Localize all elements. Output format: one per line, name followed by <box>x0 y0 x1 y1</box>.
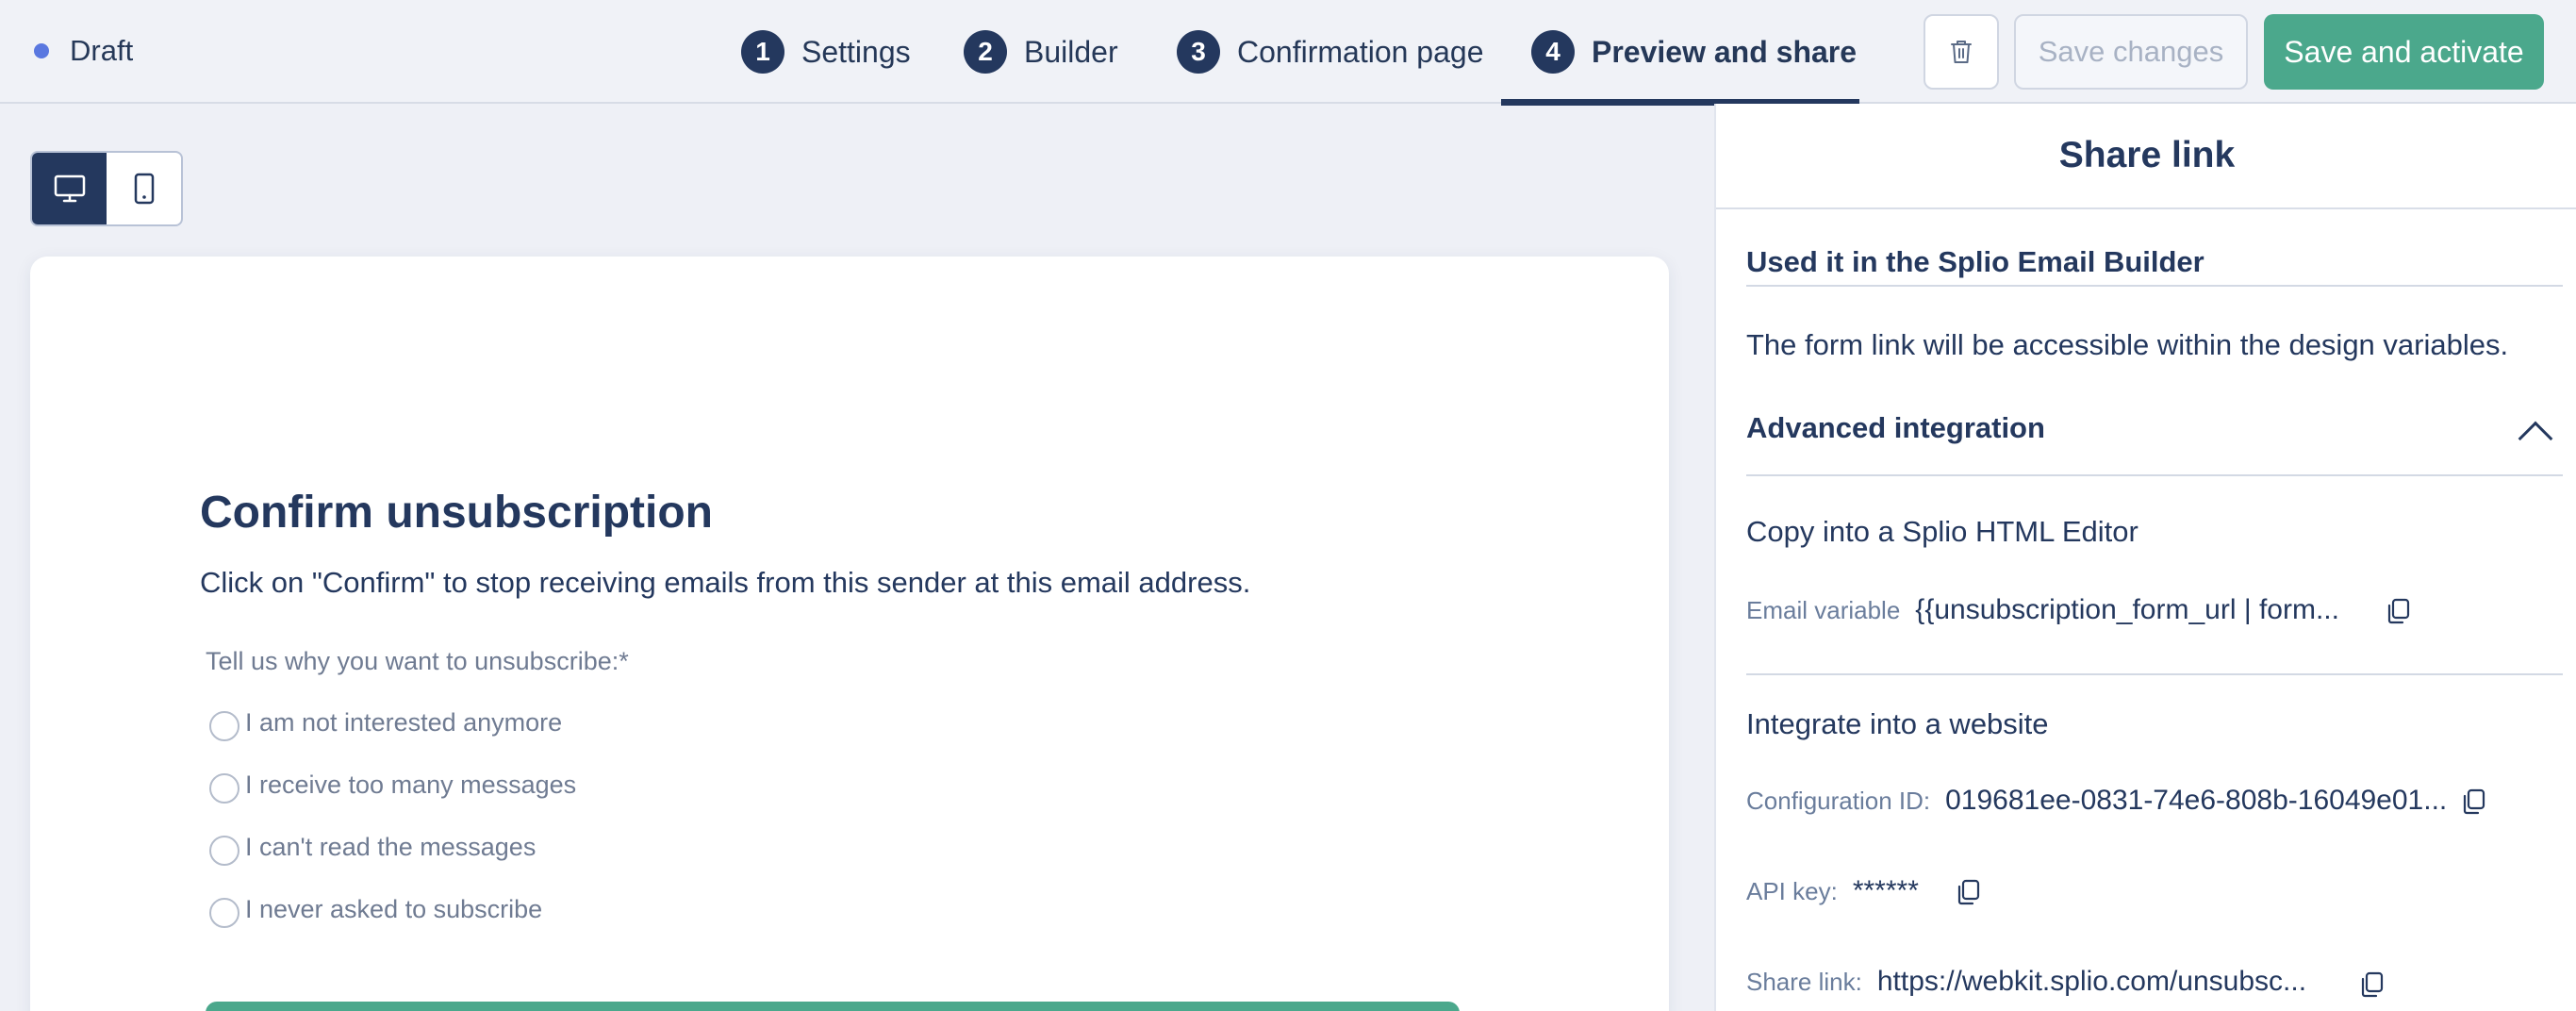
delete-button[interactable] <box>1924 14 1999 90</box>
panel-title: Share link <box>1716 104 2576 209</box>
trash-icon <box>1951 41 1972 63</box>
step-settings[interactable]: 1 Settings <box>741 0 964 104</box>
radio-button[interactable] <box>209 898 239 928</box>
share-link-row: Share link: https://webkit.splio.com/uns… <box>1746 966 2306 998</box>
website-heading: Integrate into a website <box>1746 707 2049 740</box>
step-nav: 1 Settings 2 Builder 3 Confirmation page… <box>741 0 1890 106</box>
chevron-up-icon[interactable] <box>2518 421 2553 456</box>
radio-button[interactable] <box>209 836 239 866</box>
advanced-integration-heading[interactable]: Advanced integration <box>1746 411 2045 445</box>
radio-button[interactable] <box>209 773 239 804</box>
share-link-label: Share link: <box>1746 967 1862 996</box>
form-question-label: Tell us why you want to unsubscribe:* <box>206 647 629 675</box>
config-id-value: 019681ee-0831-74e6-808b-16049e01... <box>1945 785 2448 816</box>
option-label: I never asked to subscribe <box>245 894 543 923</box>
divider <box>1746 673 2563 675</box>
email-variable-value: {{unsubscription_form_url | form... <box>1915 594 2339 625</box>
confirm-button[interactable] <box>206 1002 1460 1011</box>
step-label: Confirmation page <box>1237 34 1484 69</box>
config-id-label: Configuration ID: <box>1746 786 1931 815</box>
step-number: 3 <box>1177 30 1220 74</box>
copy-icon[interactable] <box>2459 787 2489 817</box>
copy-icon[interactable] <box>1954 877 1984 907</box>
divider <box>1746 285 2563 287</box>
device-toggle <box>30 151 183 226</box>
form-title: Confirm unsubscription <box>200 488 713 538</box>
email-variable-label: Email variable <box>1746 595 1901 624</box>
config-id-row: Configuration ID: 019681ee-0831-74e6-808… <box>1746 785 2447 817</box>
mobile-view-button[interactable] <box>107 153 181 224</box>
step-preview-and-share[interactable]: 4 Preview and share <box>1501 0 1890 106</box>
step-label: Settings <box>801 34 911 69</box>
option-label: I am not interested anymore <box>245 707 563 737</box>
step-label: Builder <box>1024 34 1118 69</box>
divider <box>1746 474 2563 476</box>
step-number: 4 <box>1531 30 1575 74</box>
form-description: Click on "Confirm" to stop receiving ema… <box>200 566 1251 599</box>
reason-option[interactable]: I am not interested anymore <box>209 704 562 741</box>
api-key-value: ****** <box>1852 875 1919 906</box>
copy-icon[interactable] <box>2384 596 2414 626</box>
step-builder[interactable]: 2 Builder <box>964 0 1177 104</box>
save-changes-button[interactable]: Save changes <box>2014 14 2248 90</box>
html-editor-heading: Copy into a Splio HTML Editor <box>1746 515 2138 548</box>
desktop-view-button[interactable] <box>32 153 107 224</box>
email-builder-text: The form link will be accessible within … <box>1746 328 2509 361</box>
status-dot-icon <box>34 43 49 58</box>
reason-option[interactable]: I never asked to subscribe <box>209 890 542 928</box>
status-label: Draft <box>70 34 134 67</box>
form-preview-card: Confirm unsubscription Click on "Confirm… <box>30 257 1669 1011</box>
status-indicator: Draft <box>34 32 133 70</box>
option-label: I receive too many messages <box>245 770 577 799</box>
mobile-icon <box>134 173 154 205</box>
reason-option[interactable]: I can't read the messages <box>209 828 536 866</box>
radio-button[interactable] <box>209 711 239 741</box>
desktop-icon <box>54 174 85 203</box>
api-key-label: API key: <box>1746 876 1838 905</box>
step-number: 2 <box>964 30 1007 74</box>
step-label: Preview and share <box>1592 34 1858 69</box>
share-panel: Share link Used it in the Splio Email Bu… <box>1714 104 2576 1011</box>
share-link-value: https://webkit.splio.com/unsubsc... <box>1876 966 2307 997</box>
save-and-activate-button[interactable]: Save and activate <box>2264 14 2544 90</box>
step-number: 1 <box>741 30 784 74</box>
api-key-row: API key: ****** <box>1746 875 1919 907</box>
top-bar: Draft 1 Settings 2 Builder 3 Confirmatio… <box>0 0 2576 106</box>
step-confirmation-page[interactable]: 3 Confirmation page <box>1177 0 1531 104</box>
email-variable-row: Email variable {{unsubscription_form_url… <box>1746 594 2339 626</box>
option-label: I can't read the messages <box>245 832 537 861</box>
copy-icon[interactable] <box>2357 970 2387 1000</box>
email-builder-heading: Used it in the Splio Email Builder <box>1746 245 2204 278</box>
reason-option[interactable]: I receive too many messages <box>209 766 576 804</box>
